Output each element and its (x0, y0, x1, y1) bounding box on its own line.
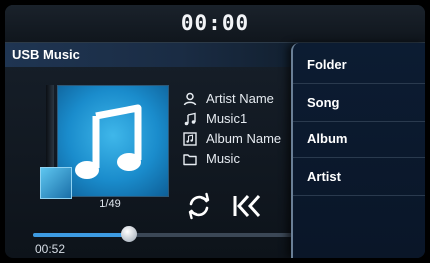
menu-item-label: Folder (307, 57, 347, 72)
album-icon (183, 132, 197, 146)
artist-row: Artist Name (183, 91, 295, 107)
music-note-icon (184, 112, 196, 126)
menu-item-artist[interactable]: Artist (293, 159, 425, 196)
source-header: USB Music (5, 43, 295, 67)
menu-item-label: Artist (307, 169, 341, 184)
menu-item-song[interactable]: Song (293, 85, 425, 122)
track-title: Music1 (206, 111, 248, 126)
skip-previous-icon[interactable] (231, 192, 263, 220)
browse-menu-panel: Folder Song Album Artist (291, 43, 425, 258)
folder-row: Music (183, 151, 295, 167)
artist-name: Artist Name (206, 91, 274, 106)
menu-item-label: Album (307, 131, 348, 146)
track-counter: 1/49 (99, 198, 121, 210)
folder-name: Music (206, 151, 240, 166)
title-row: Music1 (183, 111, 295, 127)
music-note-icon (75, 104, 142, 179)
folder-icon (183, 154, 197, 166)
head-unit-screen: 00:00 USB Music 1/49 Artist Name Music1 (5, 5, 425, 258)
album-thumbnail[interactable] (40, 167, 72, 199)
source-title: USB Music (12, 47, 80, 62)
progress-knob[interactable] (121, 226, 138, 242)
progress-bar[interactable] (33, 226, 293, 242)
album-row: Album Name (183, 131, 295, 147)
menu-item-label: Song (307, 95, 340, 110)
status-bar: 00:00 (5, 5, 425, 43)
elapsed-time: 00:52 (35, 242, 66, 256)
menu-item-album[interactable]: Album (293, 121, 425, 158)
person-icon (183, 92, 197, 106)
progress-fill (33, 233, 130, 237)
clock: 00:00 (180, 11, 250, 35)
repeat-icon[interactable] (185, 192, 213, 220)
album-name: Album Name (206, 131, 282, 146)
menu-item-folder[interactable]: Folder (293, 47, 425, 84)
album-art[interactable] (57, 85, 169, 197)
